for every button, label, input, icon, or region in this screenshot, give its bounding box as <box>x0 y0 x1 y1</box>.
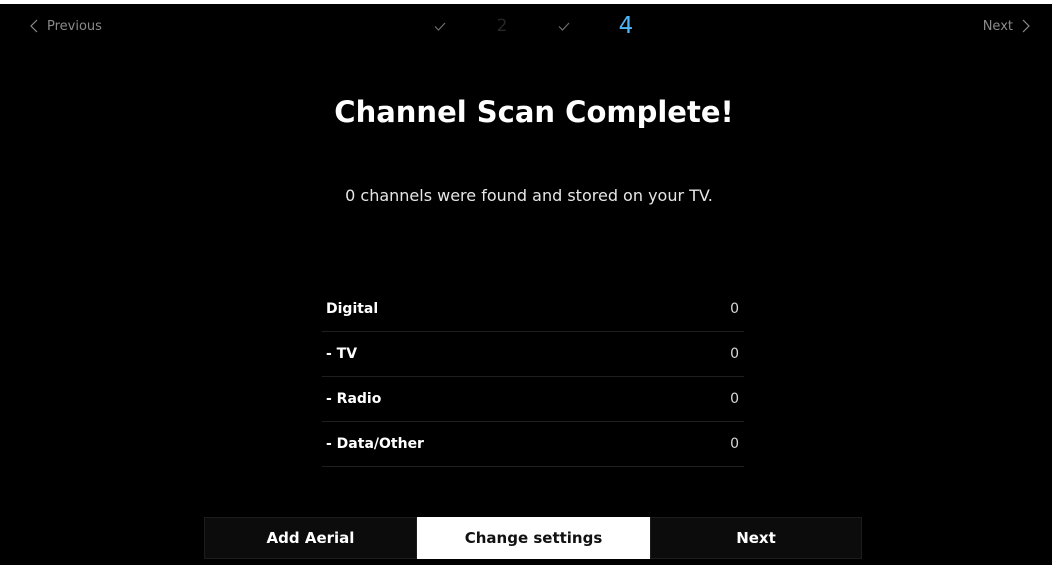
next-nav-label: Next <box>982 18 1013 34</box>
chevron-right-icon <box>1022 19 1030 33</box>
top-navigation-bar: Previous 2 4 Next <box>0 4 1052 48</box>
row-label: - Data/Other <box>326 436 424 452</box>
row-value: 0 <box>730 391 739 407</box>
add-aerial-button[interactable]: Add Aerial <box>204 517 417 559</box>
row-label: - Radio <box>326 391 382 407</box>
step-3-check-icon <box>549 8 579 44</box>
step-indicator: 2 4 <box>0 8 1052 44</box>
row-value: 0 <box>730 436 739 452</box>
step-4-current: 4 <box>618 13 634 39</box>
result-row-data-other: - Data/Other 0 <box>322 422 744 467</box>
row-label: - TV <box>326 346 358 362</box>
page-title: Channel Scan Complete! <box>334 95 734 129</box>
next-button[interactable]: Next <box>650 517 862 559</box>
next-nav-button[interactable]: Next <box>983 14 1030 38</box>
step-1-check-icon <box>425 8 455 44</box>
result-row-tv: - TV 0 <box>322 332 744 377</box>
step-2: 2 <box>496 16 508 36</box>
action-button-bar: Add Aerial Change settings Next <box>204 517 862 559</box>
row-value: 0 <box>730 346 739 362</box>
row-value: 0 <box>730 301 739 317</box>
channel-count-table: Digital 0 - TV 0 - Radio 0 - Data/Other … <box>322 287 744 467</box>
row-label: Digital <box>326 301 379 317</box>
result-row-digital: Digital 0 <box>322 287 744 332</box>
change-settings-button[interactable]: Change settings <box>417 517 650 559</box>
result-row-radio: - Radio 0 <box>322 377 744 422</box>
scan-summary-text: 0 channels were found and stored on your… <box>345 186 713 205</box>
